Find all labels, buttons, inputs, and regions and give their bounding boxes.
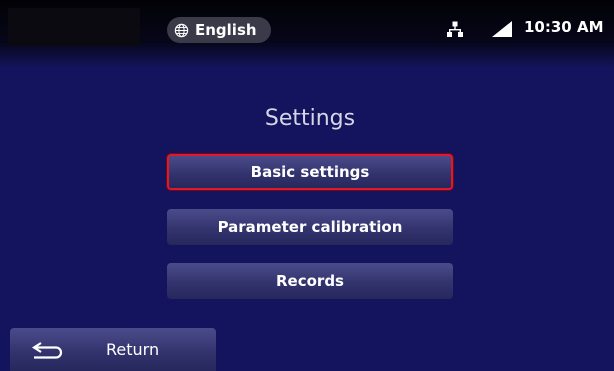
language-label: English bbox=[195, 21, 257, 39]
return-label: Return bbox=[106, 340, 160, 359]
page-title: Settings bbox=[264, 106, 356, 131]
status-bar: English 10:30 AM bbox=[0, 0, 614, 68]
signal-icon bbox=[492, 21, 512, 37]
network-icon bbox=[447, 21, 463, 37]
return-arrow-icon bbox=[31, 341, 63, 359]
return-button[interactable]: Return bbox=[10, 328, 216, 371]
parameter-calibration-button[interactable]: Parameter calibration bbox=[167, 209, 453, 245]
settings-screen: English 10:30 AM Settings Basic settings… bbox=[0, 0, 614, 371]
records-button[interactable]: Records bbox=[167, 263, 453, 299]
globe-icon bbox=[174, 23, 189, 37]
basic-settings-button[interactable]: Basic settings bbox=[167, 154, 453, 190]
language-selector[interactable]: English bbox=[167, 17, 271, 43]
status-left-area bbox=[8, 8, 140, 46]
clock: 10:30 AM bbox=[524, 18, 604, 36]
